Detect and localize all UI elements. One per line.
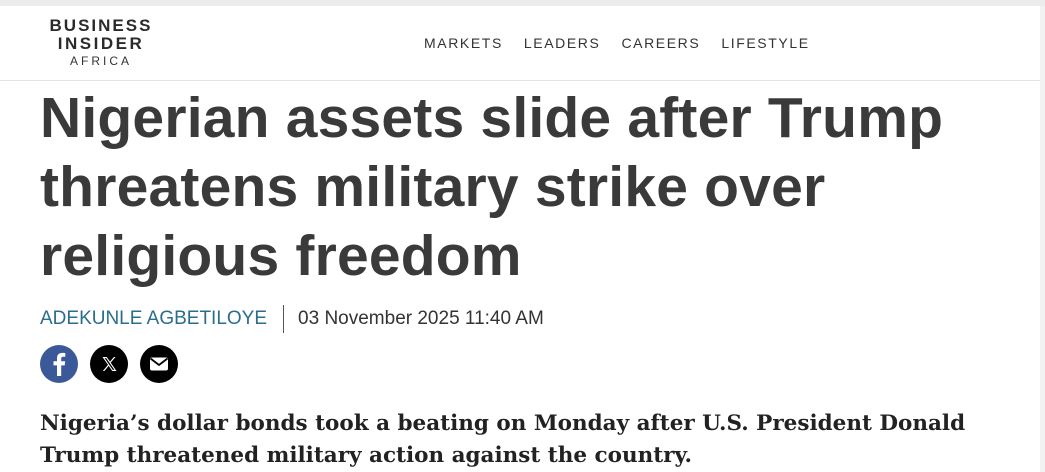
logo-line-3: AFRICA — [69, 54, 132, 68]
logo-line-1: BUSINESS — [49, 16, 153, 35]
article-lead: Nigeria’s dollar bonds took a beating on… — [40, 411, 966, 468]
site-logo[interactable]: BUSINESS INSIDER AFRICA — [44, 17, 158, 67]
byline-divider — [283, 305, 285, 333]
main-nav: MARKETS LEADERS CAREERS LIFESTYLE — [424, 35, 831, 51]
article-headline: Nigerian assets slide after Trump threat… — [40, 86, 944, 288]
author-link[interactable]: ADEKUNLE AGBETILOYE — [40, 308, 267, 330]
share-facebook-button[interactable] — [40, 345, 78, 383]
nav-item-markets[interactable]: MARKETS — [424, 35, 503, 51]
share-x-button[interactable] — [90, 345, 128, 383]
logo-line-2: INSIDER — [57, 34, 145, 53]
nav-item-lifestyle[interactable]: LIFESTYLE — [721, 35, 809, 51]
scrollbar-track[interactable] — [1040, 6, 1045, 472]
share-email-button[interactable] — [140, 345, 178, 383]
nav-item-careers[interactable]: CAREERS — [621, 35, 700, 51]
facebook-icon — [53, 352, 66, 376]
share-bar — [40, 345, 178, 383]
byline: ADEKUNLE AGBETILOYE 03 November 2025 11:… — [40, 305, 544, 333]
nav-item-leaders[interactable]: LEADERS — [524, 35, 601, 51]
publish-date: 03 November 2025 11:40 AM — [298, 308, 544, 329]
site-header: BUSINESS INSIDER AFRICA MARKETS LEADERS … — [0, 6, 1045, 81]
x-icon — [102, 357, 117, 371]
email-icon — [149, 357, 169, 371]
